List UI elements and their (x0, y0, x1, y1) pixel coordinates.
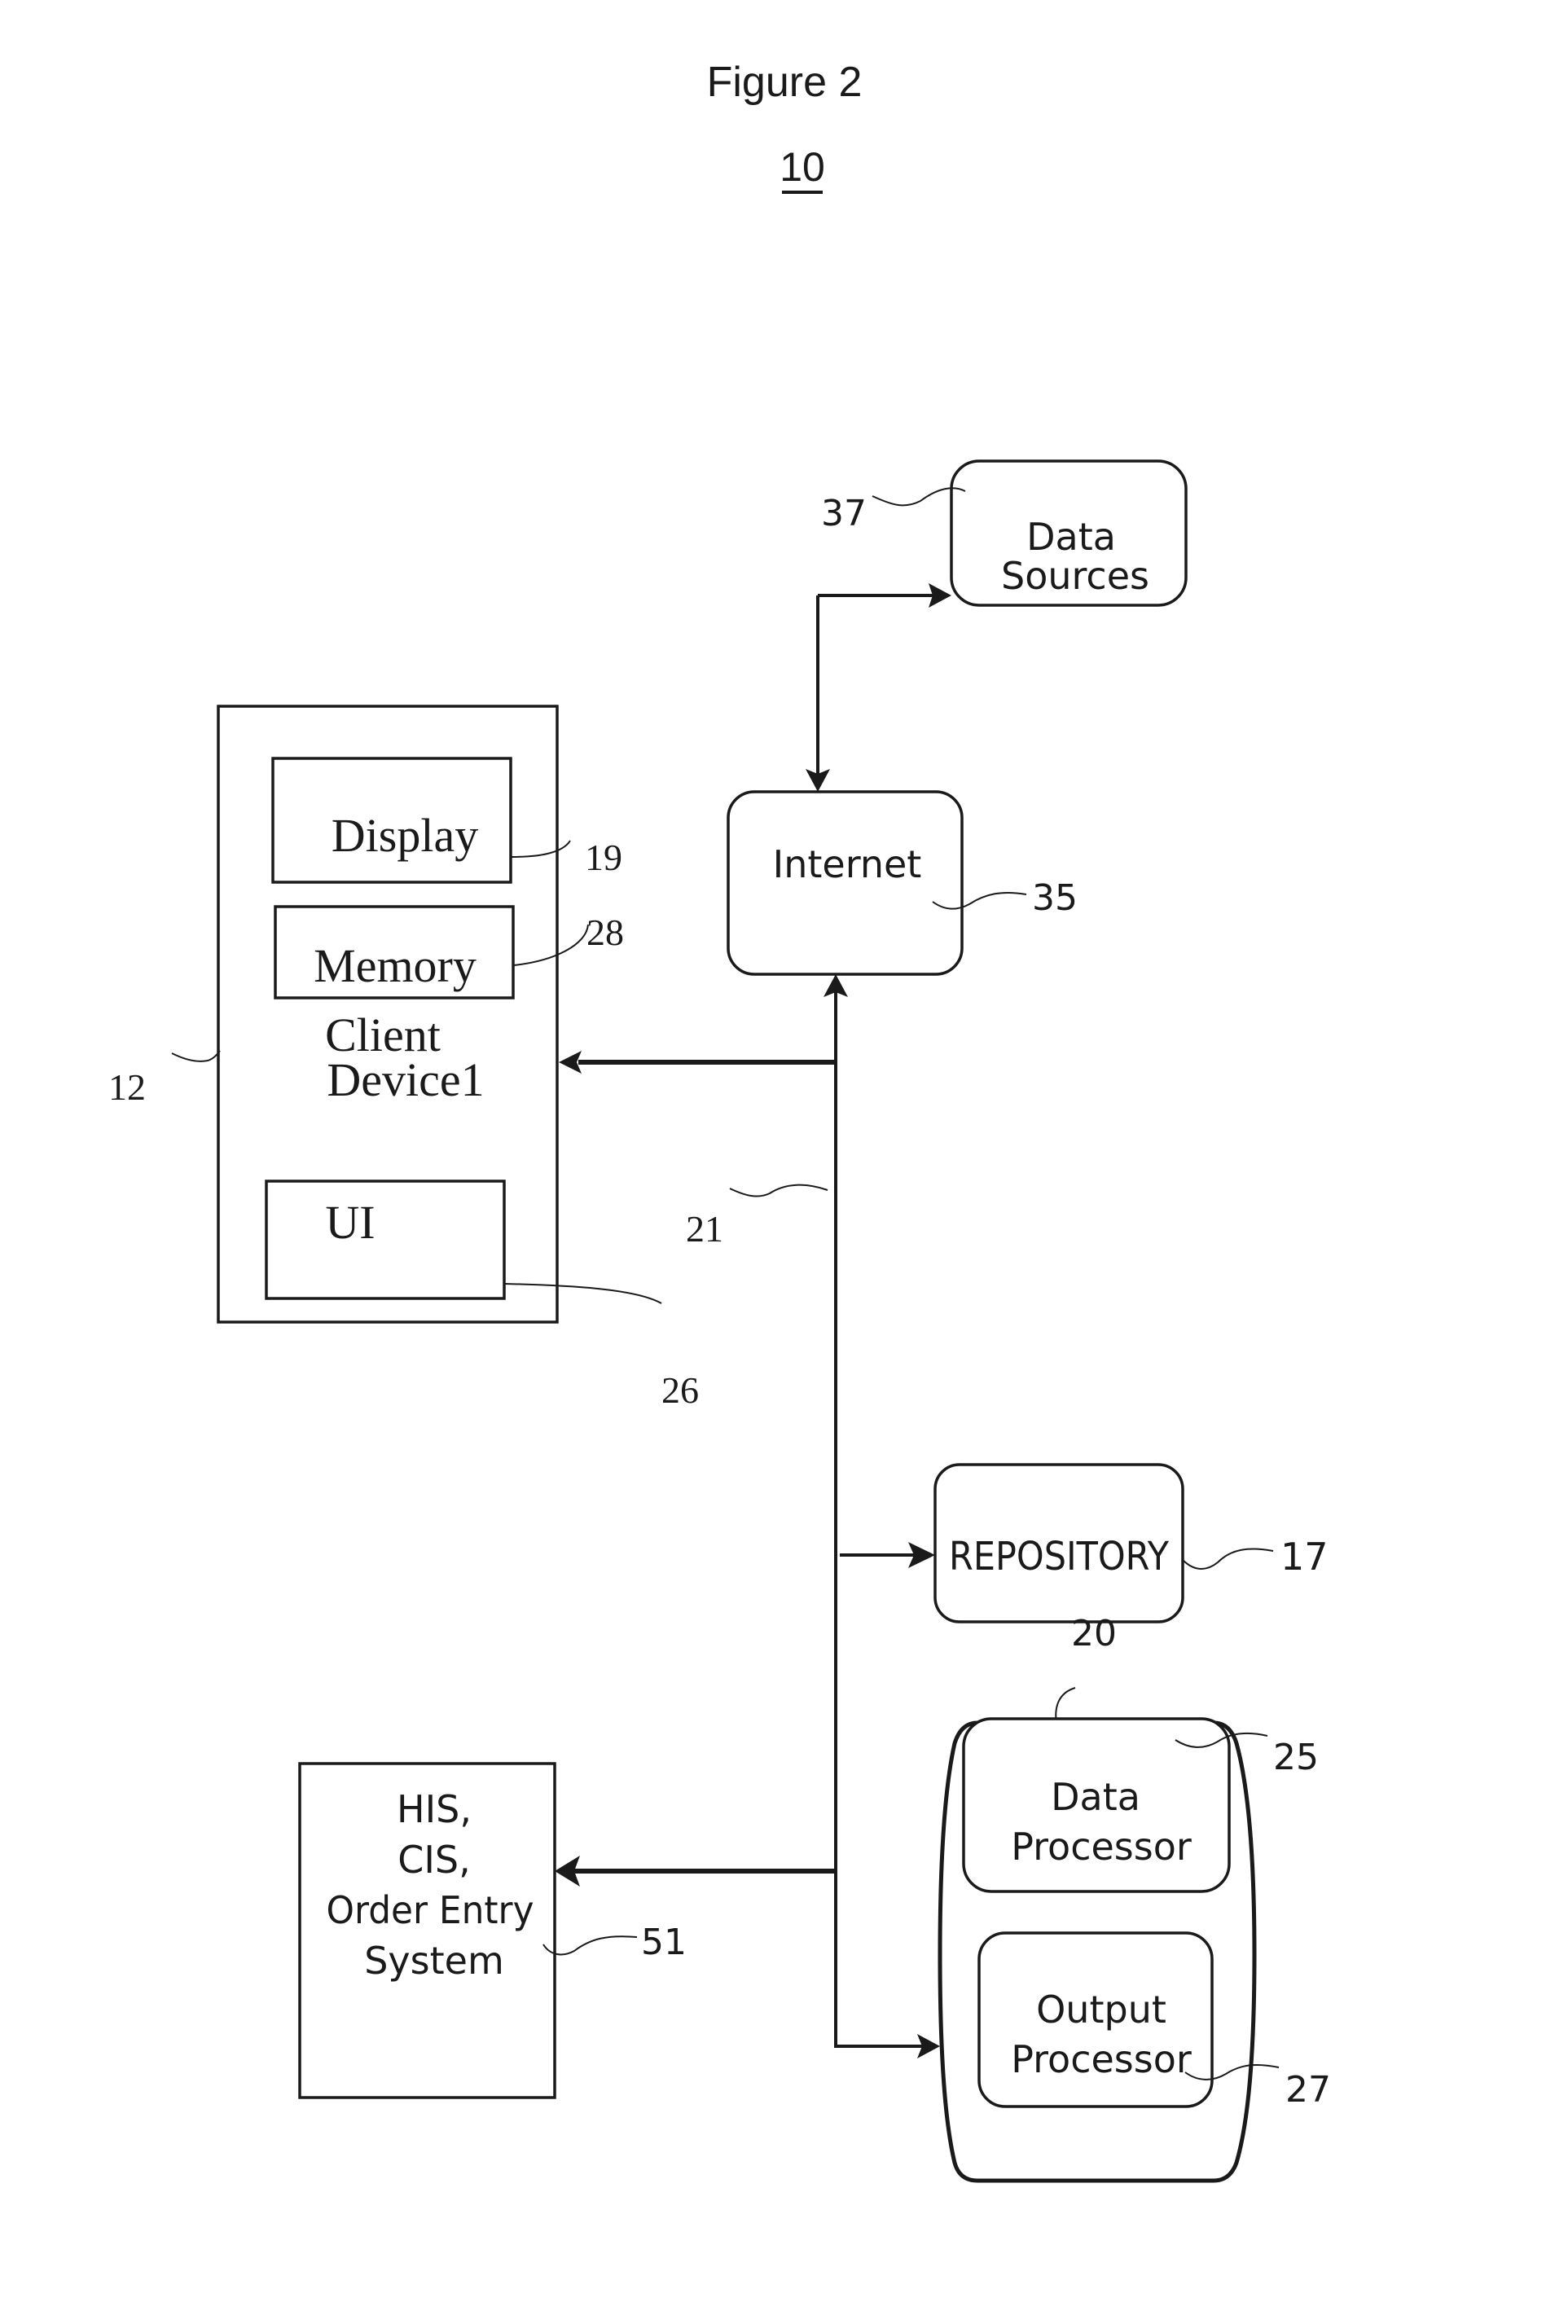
client-device-leader (171, 1050, 221, 1062)
his-node[interactable]: HIS, CIS, Order Entry System (298, 1762, 556, 2099)
repository-node[interactable]: REPOSITORY (933, 1463, 1184, 1623)
display-label: Display (332, 809, 478, 862)
output-processor-label-line2: Processor (1011, 2037, 1192, 2081)
memory-ref: 28 (586, 912, 624, 953)
his-label-line4: System (364, 1939, 504, 1983)
ui-ref: 26 (661, 1369, 699, 1411)
his-label-line1: HIS, (397, 1787, 472, 1831)
his-label-line2: CIS, (397, 1838, 471, 1882)
data-processor-ref: 25 (1273, 1737, 1319, 1778)
data-processor-label-line2: Processor (1011, 1825, 1192, 1869)
repository-ref: 17 (1280, 1535, 1329, 1579)
memory-label: Memory (314, 939, 477, 992)
internet-label: Internet (773, 842, 922, 886)
client-device-node[interactable]: Display Memory Client Device1 UI (217, 705, 559, 1324)
his-label-line3: Order Entry (327, 1888, 534, 1932)
network-ref: 21 (686, 1208, 723, 1250)
output-processor-ref: 27 (1285, 2069, 1331, 2111)
his-leader (542, 1935, 638, 1956)
server-ref: 20 (1071, 1613, 1117, 1654)
server-node[interactable]: Data Processor Output Processor (938, 1717, 1257, 2183)
data-sources-label-line1: Data (1026, 515, 1116, 559)
internet-ref: 35 (1032, 877, 1078, 919)
data-sources-label-line2: Sources (1001, 554, 1149, 598)
repository-label: REPOSITORY (949, 1534, 1170, 1579)
ui-label: UI (325, 1196, 375, 1249)
diagram-canvas: Figure 2 10 Data Sources 37 Internet 35 … (108, 59, 1331, 2183)
network-bus (834, 987, 929, 2048)
display-ref: 19 (585, 837, 622, 878)
repository-leader (1182, 1548, 1274, 1570)
data-processor-label-line1: Data (1051, 1775, 1140, 1819)
system-ref-label: 10 (780, 144, 825, 190)
client-device-ref: 12 (108, 1066, 146, 1108)
data-sources-ref: 37 (821, 493, 867, 534)
arrowhead-client-device (559, 1051, 582, 1074)
his-ref: 51 (641, 1922, 687, 1963)
network-leader (729, 1184, 828, 1197)
figure-title: Figure 2 (707, 59, 863, 106)
internet-node[interactable]: Internet (727, 790, 964, 976)
client-device-label-line2: Device1 (327, 1053, 484, 1106)
ui-box[interactable] (265, 1180, 506, 1300)
output-processor-label-line1: Output (1036, 1988, 1166, 2032)
data-sources-node[interactable]: Data Sources (950, 459, 1188, 607)
